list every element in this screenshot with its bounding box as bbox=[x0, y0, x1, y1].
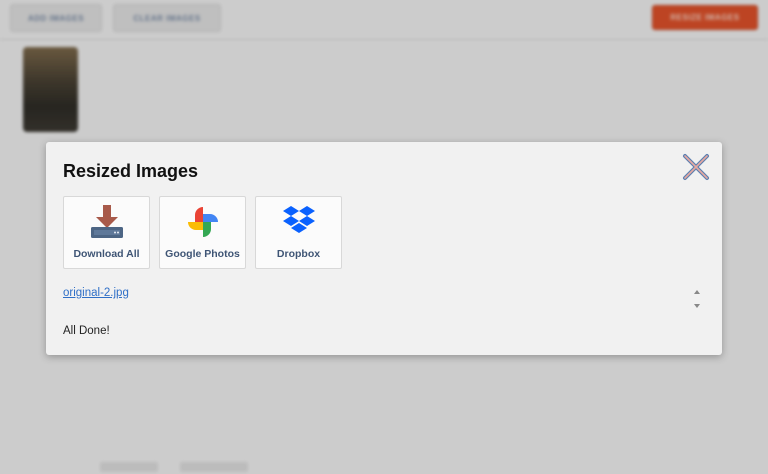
dialog-title: Resized Images bbox=[63, 161, 199, 181]
download-all-label: Download All bbox=[73, 248, 140, 260]
resized-images-dialog: Resized Images Download All Google Photo… bbox=[46, 142, 722, 355]
google-photos-icon bbox=[185, 204, 221, 240]
dropbox-button[interactable]: Dropbox bbox=[255, 196, 342, 269]
dropbox-icon bbox=[281, 204, 317, 240]
resized-file-link[interactable]: original-2.jpg bbox=[63, 287, 129, 299]
status-message: All Done! bbox=[63, 325, 110, 337]
dropbox-label: Dropbox bbox=[276, 248, 321, 260]
google-photos-button[interactable]: Google Photos bbox=[159, 196, 246, 269]
export-options: Download All Google Photos Dropbox bbox=[63, 196, 342, 269]
list-scroll-stepper[interactable] bbox=[692, 290, 702, 308]
google-photos-label: Google Photos bbox=[165, 248, 240, 260]
download-all-button[interactable]: Download All bbox=[63, 196, 150, 269]
chevron-down-icon[interactable] bbox=[694, 304, 700, 308]
close-button[interactable] bbox=[682, 153, 710, 181]
close-icon bbox=[683, 154, 709, 180]
chevron-up-icon[interactable] bbox=[694, 290, 700, 294]
download-icon bbox=[89, 204, 125, 240]
